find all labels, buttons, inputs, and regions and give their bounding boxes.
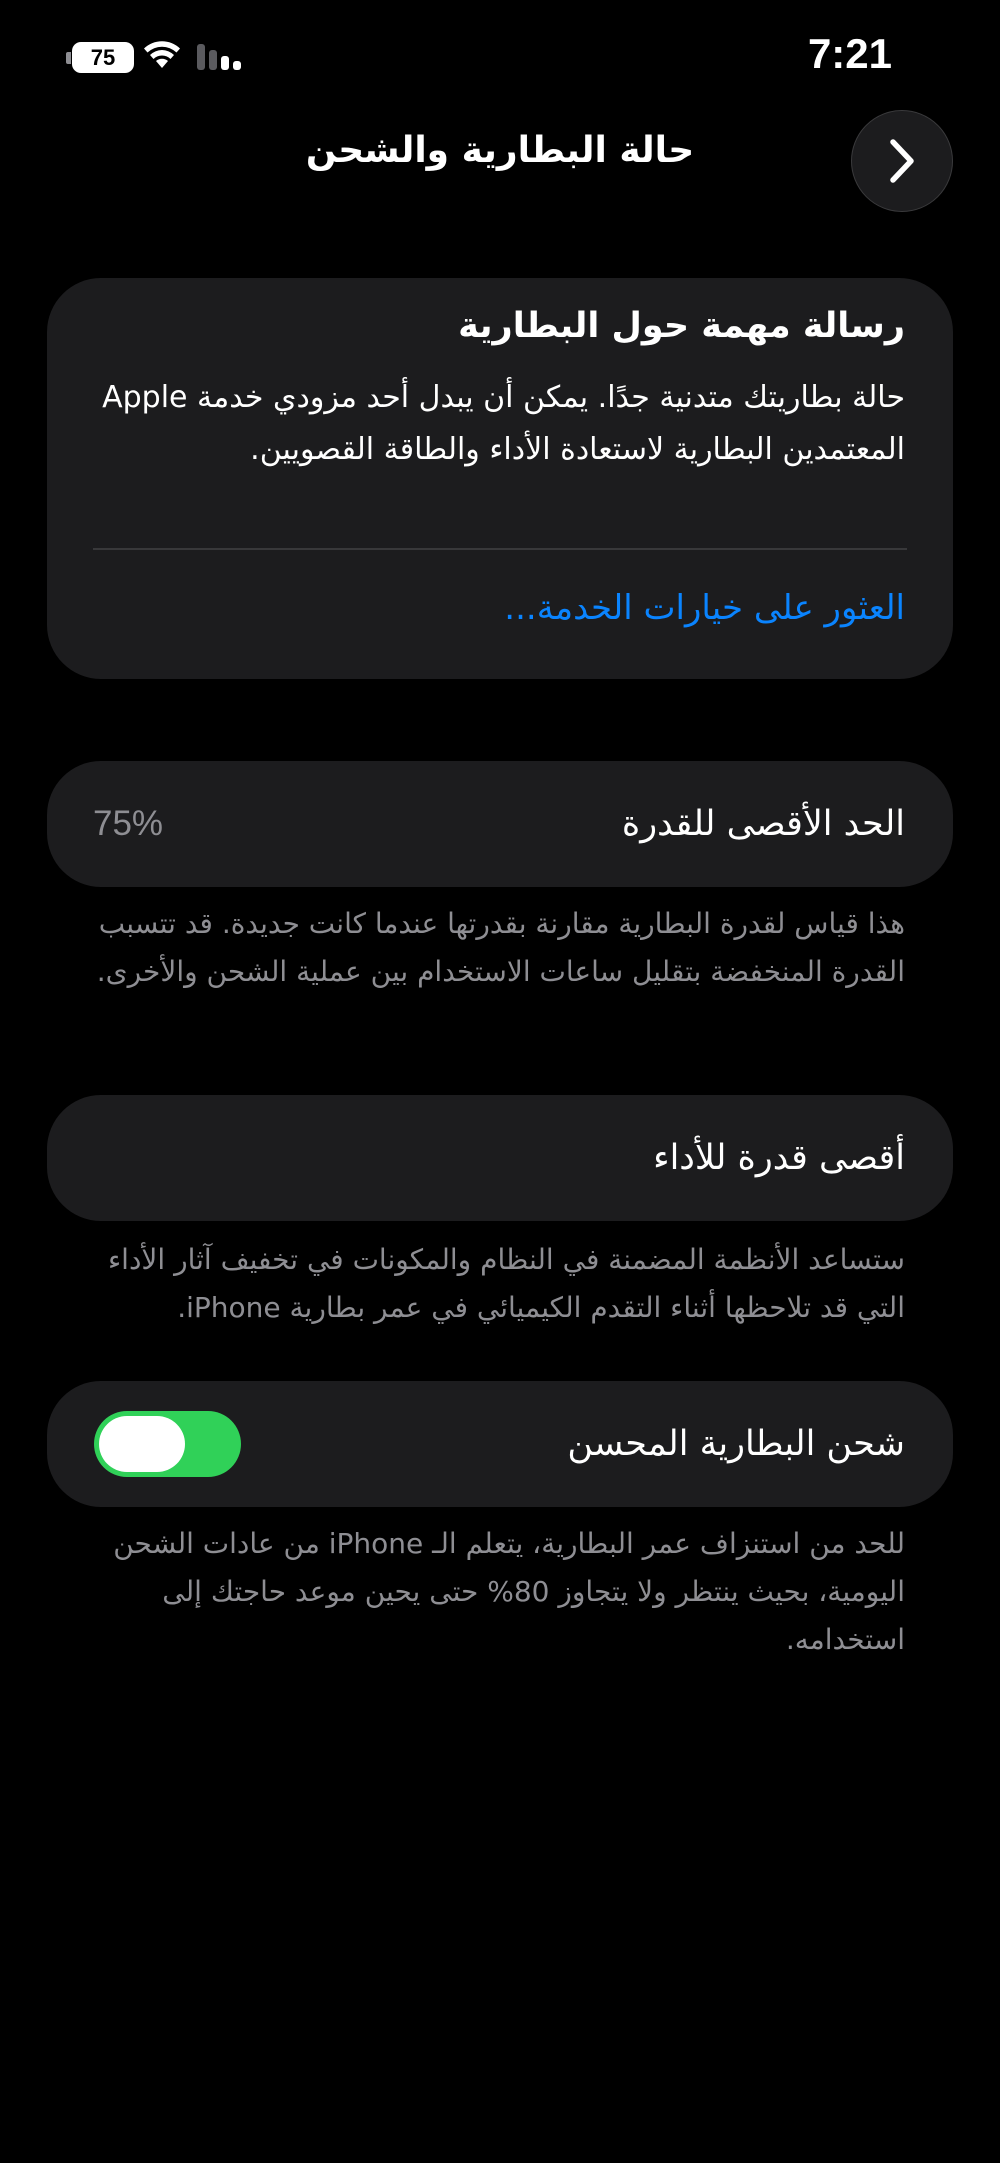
maximum-capacity-row: الحد الأقصى للقدرة 75% <box>47 761 953 887</box>
status-time: 7:21 <box>807 30 892 77</box>
battery-alert-card: رسالة مهمة حول البطارية حالة بطاريتك متد… <box>47 278 953 679</box>
battery-health-screen: 75 7:21 حالة البطارية والشحن رسالة مهمة … <box>0 0 1000 2163</box>
maximum-capacity-footnote: هذا قياس لقدرة البطارية مقارنة بقدرتها ع… <box>96 907 905 988</box>
back-button[interactable] <box>851 110 953 212</box>
maximum-capacity-value: 75% <box>93 804 164 843</box>
optimized-charging-label: شحن البطارية المحسن <box>567 1424 905 1464</box>
wifi-icon <box>144 41 180 68</box>
status-bar: 75 7:21 <box>0 0 1000 115</box>
battery-level: 75 <box>72 42 134 73</box>
maximum-capacity-label: الحد الأقصى للقدرة <box>621 804 905 844</box>
battery-tip <box>66 51 71 64</box>
optimized-charging-toggle[interactable] <box>94 1411 241 1477</box>
optimized-charging-footnote: للحد من استنزاف عمر البطارية، يتعلم الـ … <box>113 1527 905 1656</box>
peak-performance-footnote: ستساعد الأنظمة المضمنة في النظام والمكون… <box>108 1243 905 1324</box>
alert-body: حالة بطاريتك متدنية جدًا. يمكن أن يبدل أ… <box>102 380 905 467</box>
find-service-options-link[interactable]: العثور على خيارات الخدمة... <box>95 588 905 628</box>
peak-performance-label: أقصى قدرة للأداء <box>653 1138 905 1178</box>
chevron-right-icon <box>890 139 914 183</box>
cellular-signal-icon <box>197 44 241 70</box>
toggle-knob <box>99 1416 185 1472</box>
battery-icon: 75 <box>66 42 134 73</box>
alert-title: رسالة مهمة حول البطارية <box>458 306 905 346</box>
page-title: حالة البطارية والشحن <box>305 130 695 171</box>
alert-divider <box>93 548 907 550</box>
peak-performance-row: أقصى قدرة للأداء <box>47 1095 953 1221</box>
optimized-charging-row: شحن البطارية المحسن <box>47 1381 953 1507</box>
